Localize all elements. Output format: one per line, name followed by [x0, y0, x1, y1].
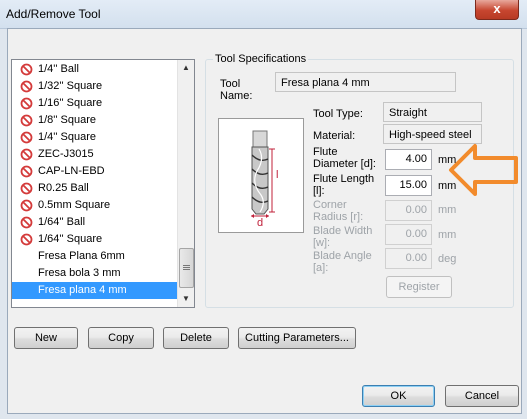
tool-list-item[interactable]: 1/64'' Ball — [12, 214, 178, 231]
tool-list-item[interactable]: CAP-LN-EBD — [12, 163, 178, 180]
tool-list-item[interactable]: 1/32'' Square — [12, 78, 178, 95]
blade-angle-input[interactable]: 0.00 — [385, 248, 432, 269]
material-field[interactable]: High-speed steel — [383, 124, 482, 144]
no-entry-icon — [20, 80, 33, 93]
tool-list-item[interactable]: 1/4'' Ball — [12, 61, 178, 78]
tool-name-label: Tool Name: — [220, 78, 253, 102]
ok-button[interactable]: OK — [362, 385, 435, 407]
material-label: Material: — [313, 130, 356, 142]
diagram-length-label: l — [276, 169, 279, 181]
no-entry-icon — [20, 233, 33, 246]
tool-list-item-label: Fresa Plana 6mm — [38, 250, 125, 262]
tool-list-item[interactable]: ZEC-J3015 — [12, 146, 178, 163]
end-mill-icon — [251, 130, 275, 218]
register-button[interactable]: Register — [386, 276, 452, 298]
flute-length-label: Flute Length [l]: — [313, 173, 375, 197]
tool-list-item-label: 1/4'' Square — [38, 131, 97, 143]
cancel-button[interactable]: Cancel — [445, 385, 519, 407]
scroll-up-arrow-icon[interactable]: ▲ — [178, 60, 194, 76]
tool-list-item-label: R0.25 Ball — [38, 182, 89, 194]
tool-diagram: l d — [218, 118, 304, 233]
cutting-parameters-button[interactable]: Cutting Parameters... — [238, 327, 356, 349]
tool-list-item[interactable]: 1/16'' Square — [12, 95, 178, 112]
diagram-diameter-label: d — [257, 217, 264, 229]
no-entry-icon — [20, 165, 33, 178]
window-title: Add/Remove Tool — [6, 7, 101, 21]
flute-diameter-input[interactable]: 4.00 — [385, 149, 432, 170]
tool-list-item-label: Fresa plana 4 mm — [38, 284, 127, 296]
tool-list-item-label: 1/32'' Square — [38, 80, 103, 92]
no-entry-icon — [20, 148, 33, 161]
tool-list-item-label: CAP-LN-EBD — [38, 165, 105, 177]
blade-width-input[interactable]: 0.00 — [385, 224, 432, 245]
tool-list-item-label: 1/64'' Ball — [38, 216, 86, 228]
tool-type-label: Tool Type: — [313, 108, 363, 120]
tool-list-item-label: 1/64'' Square — [38, 233, 103, 245]
tool-list-item[interactable]: R0.25 Ball — [12, 180, 178, 197]
no-entry-icon — [20, 97, 33, 110]
tool-list-item-label: 1/16'' Square — [38, 97, 103, 109]
delete-button[interactable]: Delete — [163, 327, 229, 349]
blade-width-unit: mm — [438, 229, 457, 241]
no-entry-icon — [20, 182, 33, 195]
title-bar: Add/Remove Tool x — [0, 0, 527, 29]
new-button[interactable]: New — [14, 327, 78, 349]
no-entry-icon — [20, 131, 33, 144]
blade-angle-unit: deg — [438, 253, 457, 265]
no-entry-icon — [20, 114, 33, 127]
annotation-arrow-icon — [449, 144, 518, 196]
tool-list-item[interactable]: 0.5mm Square — [12, 197, 178, 214]
tool-list-item-label: 1/4'' Ball — [38, 63, 79, 75]
corner-radius-input[interactable]: 0.00 — [385, 200, 432, 221]
flute-diameter-label: Flute Diameter [d]: — [313, 146, 376, 170]
tool-list-item[interactable]: 1/64'' Square — [12, 231, 178, 248]
no-entry-icon — [20, 63, 33, 76]
tool-list-item-label: Fresa bola 3 mm — [38, 267, 121, 279]
blade-angle-label: Blade Angle [a]: — [313, 250, 372, 274]
tool-list-item[interactable]: Fresa Plana 6mm — [12, 248, 178, 265]
tool-list-item[interactable]: Fresa plana 4 mm — [12, 282, 178, 299]
tool-type-field[interactable]: Straight — [383, 102, 482, 122]
group-title: Tool Specifications — [213, 53, 309, 65]
tool-list-scrollbar[interactable]: ▲ ▼ — [177, 60, 194, 307]
no-entry-icon — [20, 216, 33, 229]
corner-radius-unit: mm — [438, 204, 457, 216]
blade-width-label: Blade Width [w]: — [313, 225, 373, 249]
corner-radius-label: Corner Radius [r]: — [313, 199, 364, 223]
no-entry-icon — [20, 199, 33, 212]
copy-button[interactable]: Copy — [88, 327, 154, 349]
tool-list[interactable]: 1/4'' Ball 1/32'' Square 1/16'' Square 1/8'… — [11, 59, 195, 308]
tool-list-item[interactable]: Fresa bola 3 mm — [12, 265, 178, 282]
tool-list-item-label: 1/8'' Square — [38, 114, 97, 126]
scroll-down-arrow-icon[interactable]: ▼ — [178, 291, 194, 307]
tool-list-item-label: 0.5mm Square — [38, 199, 111, 211]
tool-name-field[interactable]: Fresa plana 4 mm — [275, 72, 456, 92]
tool-list-item-label: ZEC-J3015 — [38, 148, 94, 160]
flute-length-input[interactable]: 15.00 — [385, 175, 432, 196]
scroll-thumb[interactable] — [179, 248, 194, 288]
tool-list-item[interactable]: 1/8'' Square — [12, 112, 178, 129]
close-button[interactable]: x — [475, 0, 519, 20]
tool-list-item[interactable]: 1/4'' Square — [12, 129, 178, 146]
